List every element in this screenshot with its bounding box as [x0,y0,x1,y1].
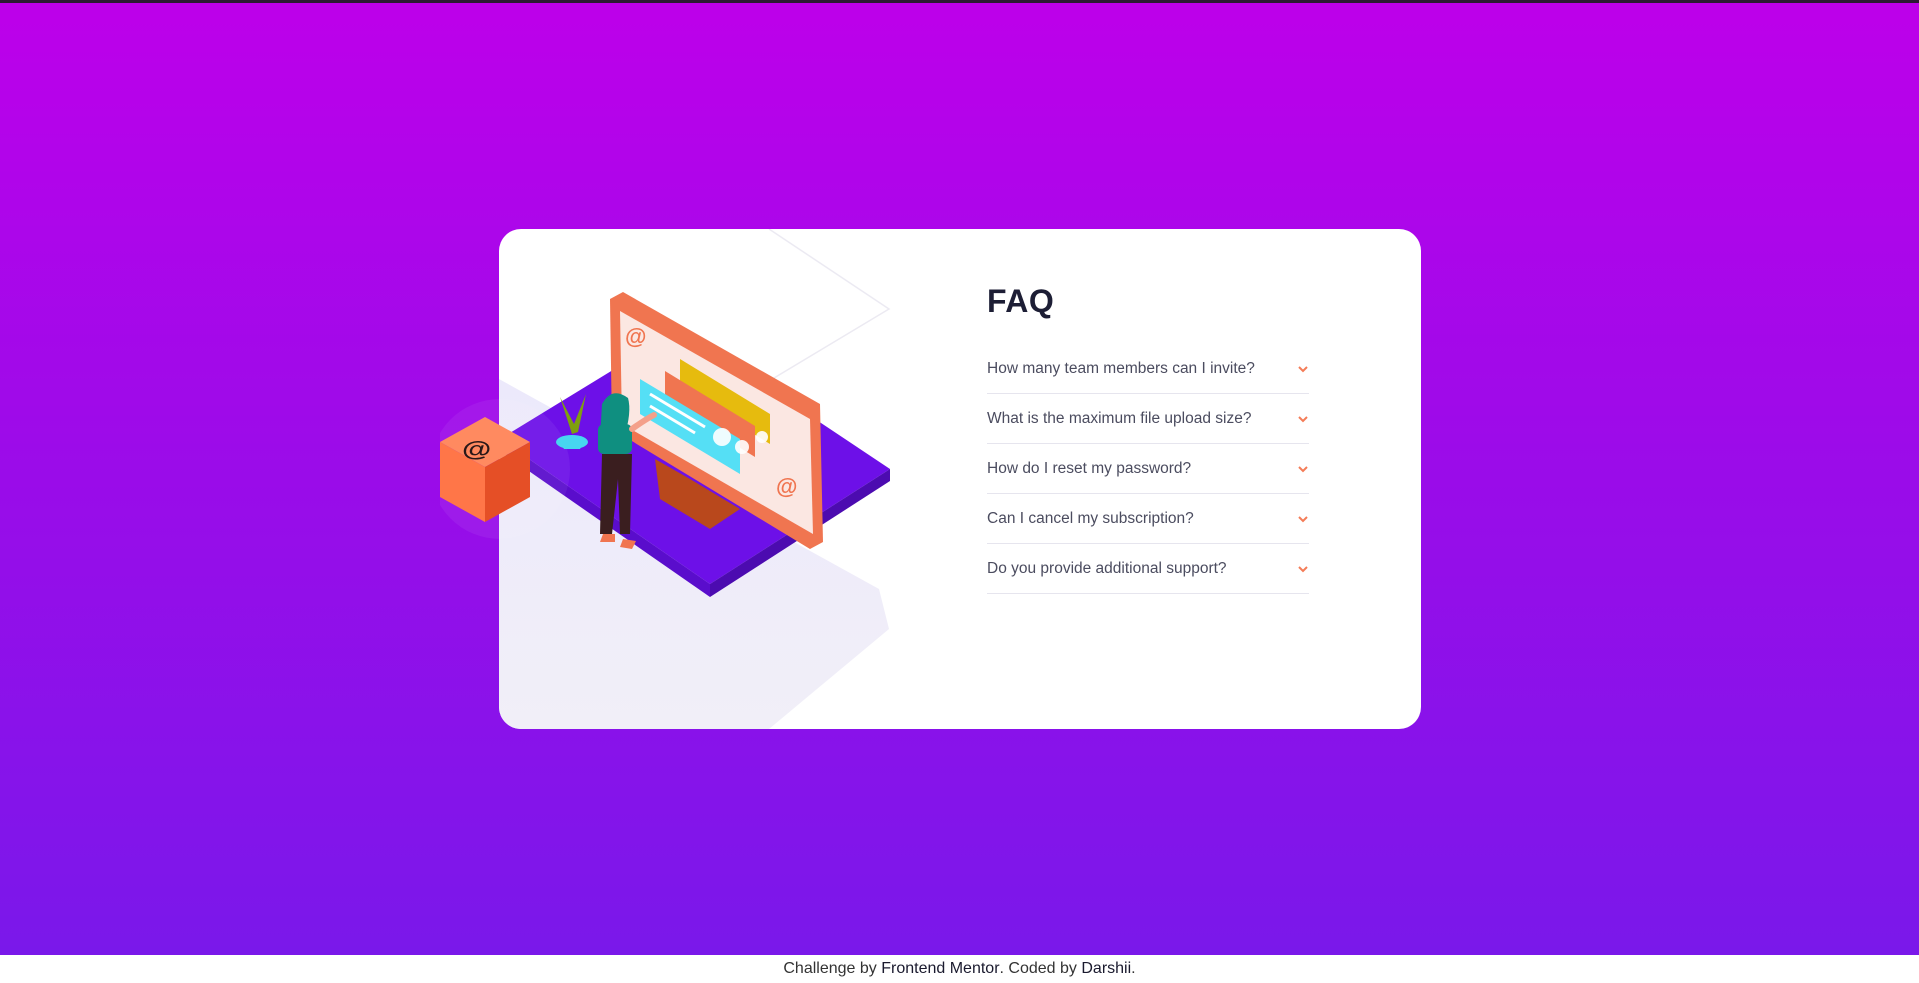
chevron-down-icon [1297,564,1309,574]
faq-question: Do you provide additional support? [987,560,1227,577]
faq-item-reset-password[interactable]: How do I reset my password? [987,445,1309,494]
svg-text:@: @ [625,324,646,349]
chevron-down-icon [1297,464,1309,474]
faq-question: Can I cancel my subscription? [987,510,1194,527]
attribution-middle: . Coded by [999,960,1077,977]
author-link[interactable]: Darshii [1081,960,1131,978]
chevron-down-icon [1297,364,1309,374]
page-background: @ @ @ FAQ How many team members can I in… [0,3,1919,955]
woman-online-illustration: @ @ @ [440,292,890,597]
svg-text:@: @ [462,439,491,462]
svg-text:@: @ [776,474,797,499]
faq-question: What is the maximum file upload size? [987,410,1252,427]
faq-title: FAQ [987,283,1055,319]
frontend-mentor-link[interactable]: Frontend Mentor [881,960,999,978]
attribution-footer: Challenge by Frontend Mentor. Coded by D… [0,955,1919,983]
attribution-prefix: Challenge by [783,960,877,977]
faq-section: FAQ How many team members can I invite? … [987,283,1309,595]
faq-item-cancel-subscription[interactable]: Can I cancel my subscription? [987,495,1309,544]
attribution-suffix: . [1131,960,1136,977]
faq-question: How many team members can I invite? [987,360,1255,377]
chevron-down-icon [1297,514,1309,524]
faq-item-upload-size[interactable]: What is the maximum file upload size? [987,395,1309,444]
faq-question: How do I reset my password? [987,460,1192,477]
faq-item-additional-support[interactable]: Do you provide additional support? [987,545,1309,594]
chevron-down-icon [1297,414,1309,424]
faq-item-team-members[interactable]: How many team members can I invite? [987,345,1309,394]
